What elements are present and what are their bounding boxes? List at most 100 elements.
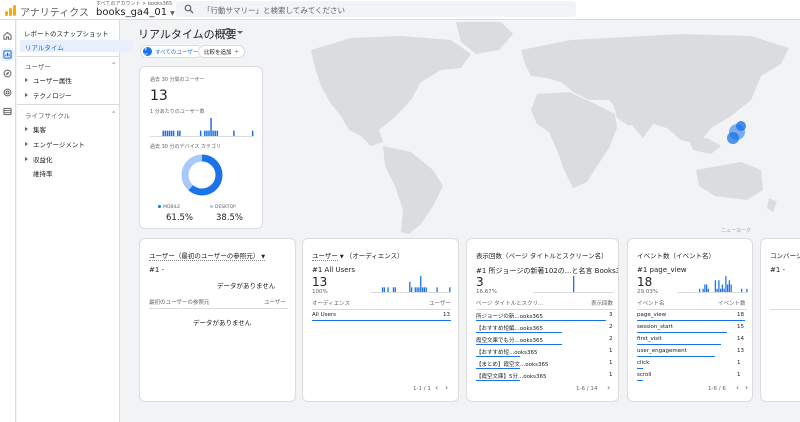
map-marker-japan[interactable] xyxy=(727,121,746,144)
side-navigation: レポートのスナップショット リアルタイム ユーザー ⌃ ユーザー属性 テクノロジー… xyxy=(17,20,134,422)
nav-section-user[interactable]: ユーザー ⌃ xyxy=(25,61,116,71)
nav-snapshot[interactable]: レポートのスナップショット xyxy=(24,28,109,38)
search-icon xyxy=(184,4,194,14)
left-rail xyxy=(0,20,16,422)
pages-card-title: 表示回数（ページ タイトルとスクリーン名） xyxy=(476,252,608,260)
nav-realtime[interactable]: リアルタイム xyxy=(20,40,134,52)
table-cell-name[interactable]: 【おすすめ短...ooks365 xyxy=(476,348,538,356)
desktop-pct: 38.5% xyxy=(216,213,244,223)
nav-item-technology[interactable]: テクノロジー xyxy=(25,90,72,100)
top-bar: アナリティクス すべてのアカウント > books365 books_ga4_0… xyxy=(0,0,800,20)
page-title-icons[interactable] xyxy=(223,27,245,39)
page-title: リアルタイムの概要 xyxy=(138,28,237,41)
nav-item-retention[interactable]: 維持率 xyxy=(33,168,53,178)
property-selector[interactable]: books_ga4_01 ▼ xyxy=(96,7,175,18)
table-row-bar xyxy=(476,380,520,381)
table-cell-value: 2 xyxy=(609,324,613,330)
home-icon[interactable] xyxy=(1,29,14,42)
nav-item-engagement[interactable]: エンゲージメント xyxy=(25,139,85,149)
chart-bar xyxy=(714,280,717,293)
table-cell-name[interactable]: 所ジョージの新...ooks365 xyxy=(476,312,543,320)
table-row-bar xyxy=(476,332,562,333)
next-page-icon[interactable]: › xyxy=(445,383,448,392)
advertising-icon[interactable] xyxy=(1,86,14,99)
nav-item-monetization[interactable]: 収益化 xyxy=(25,154,53,164)
property-name: books_ga4_01 xyxy=(96,7,168,18)
chart-bar xyxy=(721,284,724,293)
next-page-icon[interactable]: › xyxy=(607,383,610,392)
table-cell-value: 1 xyxy=(737,360,741,366)
table-cell-name[interactable]: 霞空文庫でも分...ooks365 xyxy=(476,336,543,344)
table-cell-name[interactable]: first_visit xyxy=(637,336,662,342)
add-comparison-label: 比較を追加 xyxy=(204,49,232,56)
table-cell-value: 18 xyxy=(737,312,744,318)
next-page-icon[interactable]: › xyxy=(745,383,748,392)
users-30min-value: 13 xyxy=(150,88,168,104)
table-row-bar xyxy=(476,344,562,345)
explore-icon[interactable] xyxy=(1,67,14,80)
audience-value: 13 xyxy=(312,275,328,289)
table-cell-name[interactable]: scroll xyxy=(637,372,651,378)
prev-page-icon[interactable]: ‹ xyxy=(435,383,438,392)
account-breadcrumb[interactable]: すべてのアカウント > books365 xyxy=(96,0,172,7)
chart-bar xyxy=(725,276,727,293)
table-cell-name[interactable]: click xyxy=(637,360,649,366)
nav-item-label: テクノロジー xyxy=(33,92,72,100)
search-bar[interactable]: 「行動サマリー」と検索してみてください xyxy=(176,1,576,17)
expand-arrow-icon xyxy=(25,142,28,146)
nav-item-label: 収益化 xyxy=(33,156,53,164)
map-attribution: ニューヨーク xyxy=(721,228,751,234)
pages-mini-chart[interactable] xyxy=(533,275,613,293)
prev-page-icon[interactable]: ‹ xyxy=(736,383,739,392)
chip-all-users[interactable]: すて すべてのユーザー xyxy=(140,45,204,60)
table-cell-name[interactable]: page_view xyxy=(637,312,666,318)
device-donut-chart[interactable] xyxy=(180,153,224,197)
nav-item-acquisition[interactable]: 集客 xyxy=(25,124,46,134)
nav-section-user-label: ユーザー xyxy=(25,63,51,71)
nav-section-lifecycle[interactable]: ライフサイクル ⌃ xyxy=(25,110,116,120)
table-divider xyxy=(637,309,747,310)
audience-dimension-selector[interactable]: ユーザー xyxy=(312,252,338,261)
chart-bar xyxy=(409,281,411,293)
table-row-bar xyxy=(312,320,451,321)
table-cell-value: 13 xyxy=(737,348,744,354)
conversions-rank: #1 - xyxy=(770,266,786,274)
table-cell-name[interactable]: All Users xyxy=(312,312,336,318)
chart-bar xyxy=(573,276,575,293)
events-pct: 29.03% xyxy=(637,289,658,295)
table-cell-name[interactable]: 【おすすめ短編...ooks365 xyxy=(476,324,543,332)
events-mini-chart[interactable] xyxy=(678,275,748,293)
source-col-dimension: 最初のユーザーの参照元 xyxy=(149,300,210,306)
events-pagination: 1-6 / 6 xyxy=(708,386,726,392)
table-cell-name[interactable]: 【まとめ】霞空文...ooks365 xyxy=(476,360,549,368)
nav-divider xyxy=(17,104,120,105)
reports-icon[interactable] xyxy=(1,48,14,61)
chip-all-users-label: すべてのユーザー xyxy=(155,49,199,56)
add-comparison-button[interactable]: 比較を追加 + xyxy=(198,45,246,58)
table-cell-name[interactable]: 【霞空文庫】5分...ooks365 xyxy=(476,372,547,380)
table-cell-value: 13 xyxy=(443,312,450,318)
analytics-logo-icon xyxy=(4,3,18,17)
configure-icon[interactable] xyxy=(1,105,14,118)
source-card: ユーザー（最初のユーザーの参照元） ▼ #1 - データがありません 最初のユーザ… xyxy=(139,238,296,402)
chevron-down-icon: ▼ xyxy=(261,254,266,260)
audience-mini-chart[interactable] xyxy=(371,275,451,293)
source-rank: #1 - xyxy=(149,266,165,274)
table-cell-name[interactable]: session_start xyxy=(637,324,673,330)
table-row-bar xyxy=(476,320,606,321)
source-card-title[interactable]: ユーザー（最初のユーザーの参照元） ▼ xyxy=(149,250,266,261)
chevron-up-icon: ⌃ xyxy=(111,110,117,118)
table-cell-value: 1 xyxy=(737,372,741,378)
per-minute-bar-chart[interactable] xyxy=(150,117,254,137)
nav-section-lifecycle-label: ライフサイクル xyxy=(25,112,71,120)
search-input[interactable]: 「行動サマリー」と検索してみてください xyxy=(203,5,345,16)
audience-card-title[interactable]: ユーザー ▼ （オーディエンス） xyxy=(312,250,404,261)
expand-arrow-icon xyxy=(25,157,28,161)
chart-bar xyxy=(730,284,732,293)
nav-item-label: 集客 xyxy=(33,126,46,134)
events-rank: #1 page_view xyxy=(637,266,687,274)
table-cell-name[interactable]: user_engagement xyxy=(637,348,687,354)
chart-bar xyxy=(706,284,708,293)
nav-item-demographics[interactable]: ユーザー属性 xyxy=(25,75,72,85)
legend-mobile: MOBILE xyxy=(158,205,180,210)
